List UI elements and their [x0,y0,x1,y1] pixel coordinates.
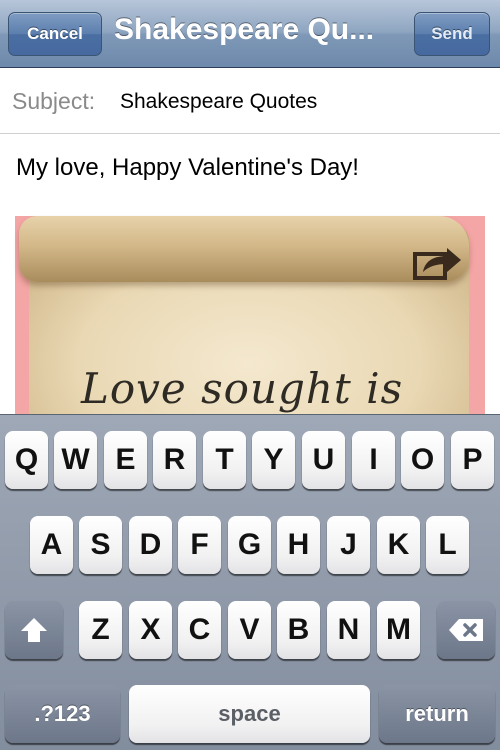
key-p[interactable]: P [451,431,494,489]
key-x[interactable]: X [129,601,172,659]
key-m[interactable]: M [377,601,420,659]
key-k[interactable]: K [377,516,420,574]
key-g[interactable]: G [228,516,271,574]
message-body[interactable]: My love, Happy Valentine's Day! Love sou… [0,134,500,414]
backspace-icon [449,619,483,641]
key-t[interactable]: T [203,431,246,489]
space-key[interactable]: space [129,685,370,743]
key-l[interactable]: L [426,516,469,574]
key-z[interactable]: Z [79,601,122,659]
navigation-bar: Cancel Shakespeare Qu... Send [0,0,500,68]
key-y[interactable]: Y [252,431,295,489]
image-caption-text: Love sought is [81,364,404,413]
key-d[interactable]: D [129,516,172,574]
key-r[interactable]: R [153,431,196,489]
key-u[interactable]: U [302,431,345,489]
scroll-roll [19,216,469,282]
return-key[interactable]: return [379,685,495,743]
page-title: Shakespeare Qu... [114,13,375,46]
key-h[interactable]: H [277,516,320,574]
key-s[interactable]: S [79,516,122,574]
key-e[interactable]: E [104,431,147,489]
key-a[interactable]: A [30,516,73,574]
attached-image[interactable]: Love sought is [15,216,485,414]
key-f[interactable]: F [178,516,221,574]
delete-key[interactable] [437,601,495,659]
key-w[interactable]: W [54,431,97,489]
key-q[interactable]: Q [5,431,48,489]
keyboard: Q W E R T Y U I O P A S D F G H J K L Z … [0,414,500,750]
key-c[interactable]: C [178,601,221,659]
send-button[interactable]: Send [414,12,490,56]
subject-label: Subject: [12,88,96,114]
subject-field[interactable]: Subject: Shakespeare Quotes [0,68,500,134]
key-o[interactable]: O [401,431,444,489]
numbers-key[interactable]: .?123 [5,685,120,743]
key-b[interactable]: B [277,601,320,659]
message-text[interactable]: My love, Happy Valentine's Day! [16,154,359,182]
shift-arrow-icon [21,618,47,642]
key-n[interactable]: N [327,601,370,659]
subject-input[interactable]: Shakespeare Quotes [120,90,317,114]
shift-key[interactable] [5,601,63,659]
key-v[interactable]: V [228,601,271,659]
cancel-button[interactable]: Cancel [8,12,102,56]
key-i[interactable]: I [352,431,395,489]
share-icon[interactable] [413,244,463,280]
key-j[interactable]: J [327,516,370,574]
